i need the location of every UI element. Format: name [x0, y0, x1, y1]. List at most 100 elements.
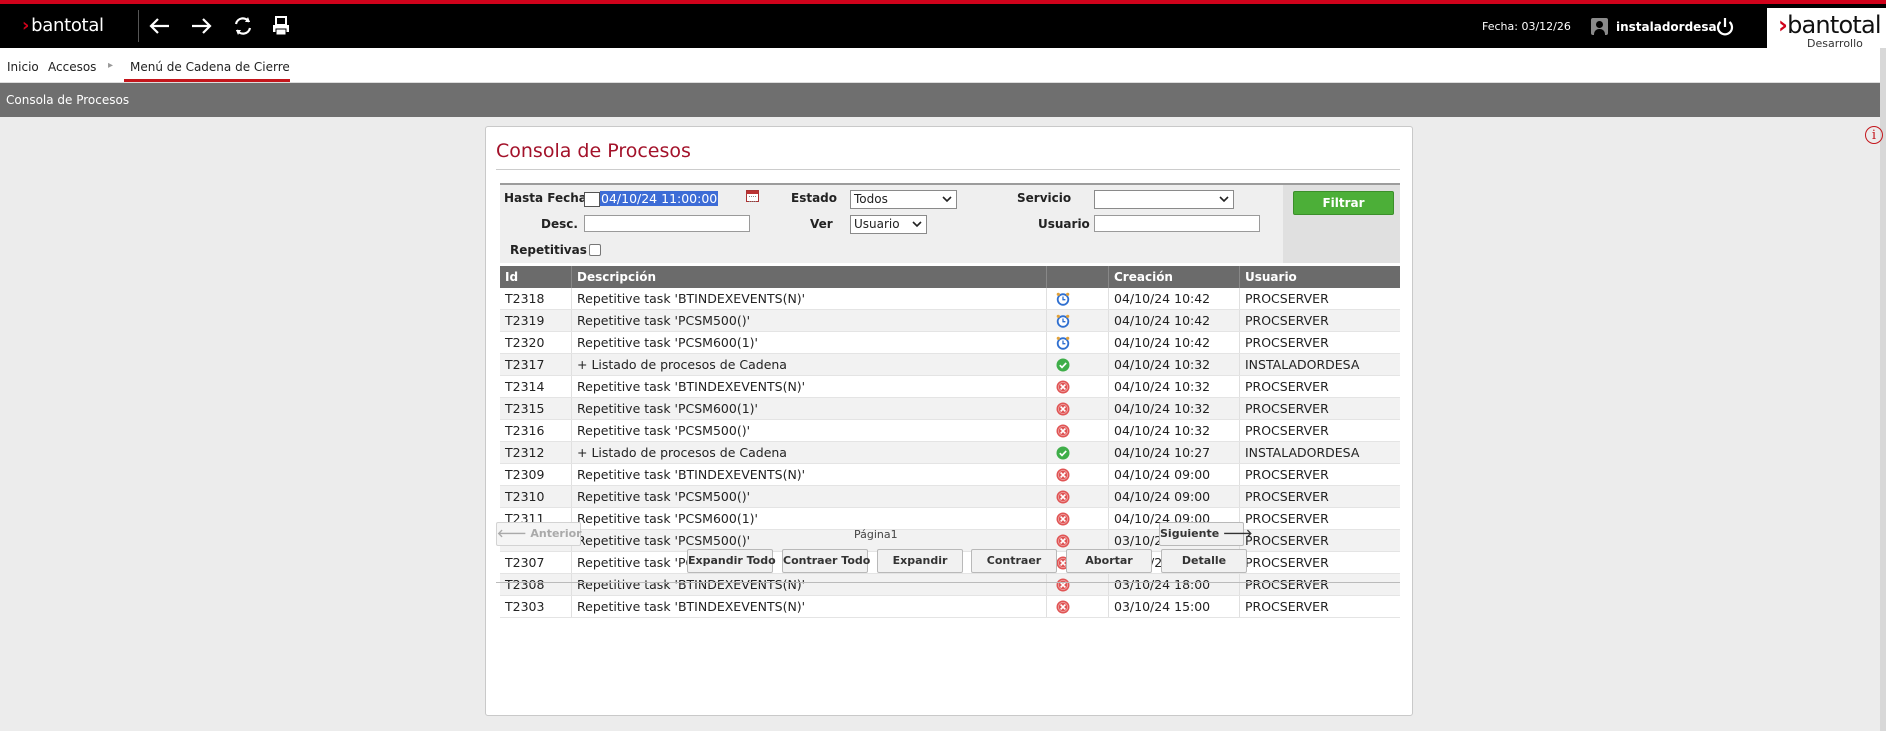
chevron-down-icon: [942, 196, 952, 203]
arrow-left-icon: [149, 18, 169, 34]
hasta-fecha-label: Hasta Fecha: [504, 191, 587, 205]
cell-creacion: 04/10/24 10:42: [1109, 288, 1240, 309]
usuario-label: Usuario: [1038, 217, 1090, 231]
servicio-label: Servicio: [1017, 191, 1072, 205]
cell-descripcion: Repetitive task 'PCSM600(1)': [572, 508, 1047, 529]
username[interactable]: instaladordesa: [1616, 20, 1717, 34]
next-page-button[interactable]: Siguiente 🡒: [1159, 522, 1253, 546]
section-title: Consola de Procesos: [6, 93, 130, 107]
calendar-icon[interactable]: [746, 190, 759, 202]
cell-descripcion: Repetitive task 'PCSM600(1)': [572, 398, 1047, 419]
cell-creacion: 04/10/24 09:00: [1109, 464, 1240, 485]
next-page-label: Siguiente: [1160, 527, 1220, 540]
estado-select[interactable]: Todos: [850, 190, 957, 209]
vertical-scrollbar[interactable]: [1880, 48, 1886, 731]
column-header-status[interactable]: [1047, 266, 1109, 288]
cell-usuario: INSTALADORDESA: [1245, 445, 1360, 460]
cell-descripcion: Repetitive task 'BTINDEXEVENTS(N)': [572, 596, 1047, 617]
cell-status: [1047, 354, 1109, 375]
info-icon[interactable]: i: [1865, 126, 1883, 144]
table-row[interactable]: T2317 + Listado de procesos de Cadena 04/1…: [500, 354, 1400, 376]
table-row[interactable]: T2312 + Listado de procesos de Cadena 04/1…: [500, 442, 1400, 464]
column-header-id[interactable]: Id: [500, 266, 572, 288]
table-row[interactable]: T2309 Repetitive task 'BTINDEXEVENTS(N)' 0…: [500, 464, 1400, 486]
arrow-right-icon: 🡒: [1223, 527, 1253, 540]
cell-usuario: PROCSERVER: [1245, 489, 1329, 504]
cell-usuario: PROCSERVER: [1245, 423, 1329, 438]
page-indicator: Página1: [854, 528, 898, 541]
column-header-creacion[interactable]: Creación: [1109, 266, 1240, 288]
cell-descripcion: Repetitive task 'BTINDEXEVENTS(N)': [572, 376, 1047, 397]
cell-usuario: PROCSERVER: [1245, 599, 1329, 614]
toolbar-divider: [138, 10, 139, 42]
cell-creacion: 04/10/24 10:42: [1109, 310, 1240, 331]
breadcrumb-accesos[interactable]: Accesos: [48, 60, 96, 74]
table-row[interactable]: T2303 Repetitive task 'BTINDEXEVENTS(N)' 0…: [500, 596, 1400, 618]
panel-title: Consola de Procesos: [496, 140, 691, 162]
table-row[interactable]: T2314 Repetitive task 'BTINDEXEVENTS(N)' 0…: [500, 376, 1400, 398]
print-button[interactable]: [266, 13, 296, 39]
table-row[interactable]: T2316 Repetitive task 'PCSM500()' 04/10/24…: [500, 420, 1400, 442]
cell-usuario: PROCSERVER: [1245, 291, 1329, 306]
cell-usuario: PROCSERVER: [1245, 313, 1329, 328]
ver-select[interactable]: Usuario: [850, 215, 927, 234]
cell-descripcion: + Listado de procesos de Cadena: [572, 354, 1047, 375]
servicio-select[interactable]: [1094, 190, 1234, 209]
cell-usuario: PROCSERVER: [1245, 533, 1329, 548]
brand-logo: ›bantotal Desarrollo: [1767, 8, 1886, 52]
refresh-icon: [234, 17, 252, 35]
column-header-usuario[interactable]: Usuario: [1240, 266, 1400, 288]
previous-page-button[interactable]: 🡐 Anterior: [496, 522, 582, 546]
print-icon: [273, 16, 289, 36]
chevron-down-icon: [1219, 196, 1229, 203]
cell-id: T2307: [500, 552, 572, 573]
cell-creacion: 03/10/24 18:00: [1109, 574, 1240, 595]
table-row[interactable]: T2319 Repetitive task 'PCSM500()' 04/10/24…: [500, 310, 1400, 332]
hasta-fecha-input[interactable]: 04/10/24 11:00:00: [584, 191, 722, 208]
forward-button[interactable]: [186, 13, 216, 39]
breadcrumb-home[interactable]: Inicio: [7, 60, 39, 74]
table-row[interactable]: T2318 Repetitive task 'BTINDEXEVENTS(N)' 0…: [500, 288, 1400, 310]
estado-value: Todos: [854, 192, 888, 206]
cell-descripcion: Repetitive task 'BTINDEXEVENTS(N)': [572, 464, 1047, 485]
table-row[interactable]: T2315 Repetitive task 'PCSM600(1)' 04/10/2…: [500, 398, 1400, 420]
cell-creacion: 04/10/24 10:32: [1109, 420, 1240, 441]
logout-button[interactable]: [1714, 16, 1736, 38]
table-row[interactable]: T2320 Repetitive task 'PCSM600(1)' 04/10/2…: [500, 332, 1400, 354]
table-row[interactable]: T2310 Repetitive task 'PCSM500()' 04/10/24…: [500, 486, 1400, 508]
app-logo[interactable]: › bantotal: [22, 15, 104, 36]
table-header: Id Descripción Creación Usuario: [500, 266, 1400, 288]
repetitivas-checkbox[interactable]: [589, 244, 601, 256]
cell-usuario: PROCSERVER: [1245, 379, 1329, 394]
cell-usuario: PROCSERVER: [1245, 335, 1329, 350]
collapse-all-button[interactable]: Contraer Todo: [782, 549, 870, 573]
desc-input[interactable]: [584, 215, 750, 232]
chevron-down-icon: [912, 221, 922, 228]
table-row[interactable]: T2311 Repetitive task 'PCSM600(1)' 04/10/2…: [500, 508, 1400, 530]
cell-usuario: PROCSERVER: [1245, 511, 1329, 526]
cell-id: T2315: [500, 398, 572, 419]
refresh-button[interactable]: [228, 13, 258, 39]
cell-status: [1047, 420, 1109, 441]
cell-id: T2314: [500, 376, 572, 397]
abort-button[interactable]: Abortar: [1066, 549, 1152, 573]
cell-status: [1047, 508, 1109, 529]
usuario-input[interactable]: [1094, 215, 1260, 232]
cell-creacion: 04/10/24 10:32: [1109, 376, 1240, 397]
filter-form: Hasta Fecha 04/10/24 11:00:00 Estado Tod…: [500, 183, 1400, 263]
active-underline: [124, 79, 290, 82]
column-header-descripcion[interactable]: Descripción: [572, 266, 1047, 288]
detail-button[interactable]: Detalle: [1161, 549, 1247, 573]
table-row[interactable]: T2308 Repetitive task 'BTINDEXEVENTS(N)' 0…: [500, 574, 1400, 596]
expand-button[interactable]: Expandir: [877, 549, 963, 573]
filter-button[interactable]: Filtrar: [1293, 191, 1394, 215]
back-button[interactable]: [145, 13, 175, 39]
hasta-fecha-value: 04/10/24 11:00:00: [600, 191, 719, 206]
cell-id: T2303: [500, 596, 572, 617]
collapse-button[interactable]: Contraer: [971, 549, 1057, 573]
expand-all-button[interactable]: Expandir Todo: [687, 549, 776, 573]
top-bar: › bantotal Fecha: 03/12/26 instaladordesa…: [0, 0, 1886, 52]
cell-id: T2320: [500, 332, 572, 353]
cell-usuario: PROCSERVER: [1245, 467, 1329, 482]
process-console-panel: Consola de Procesos Hasta Fecha 04/10/24…: [485, 126, 1413, 716]
